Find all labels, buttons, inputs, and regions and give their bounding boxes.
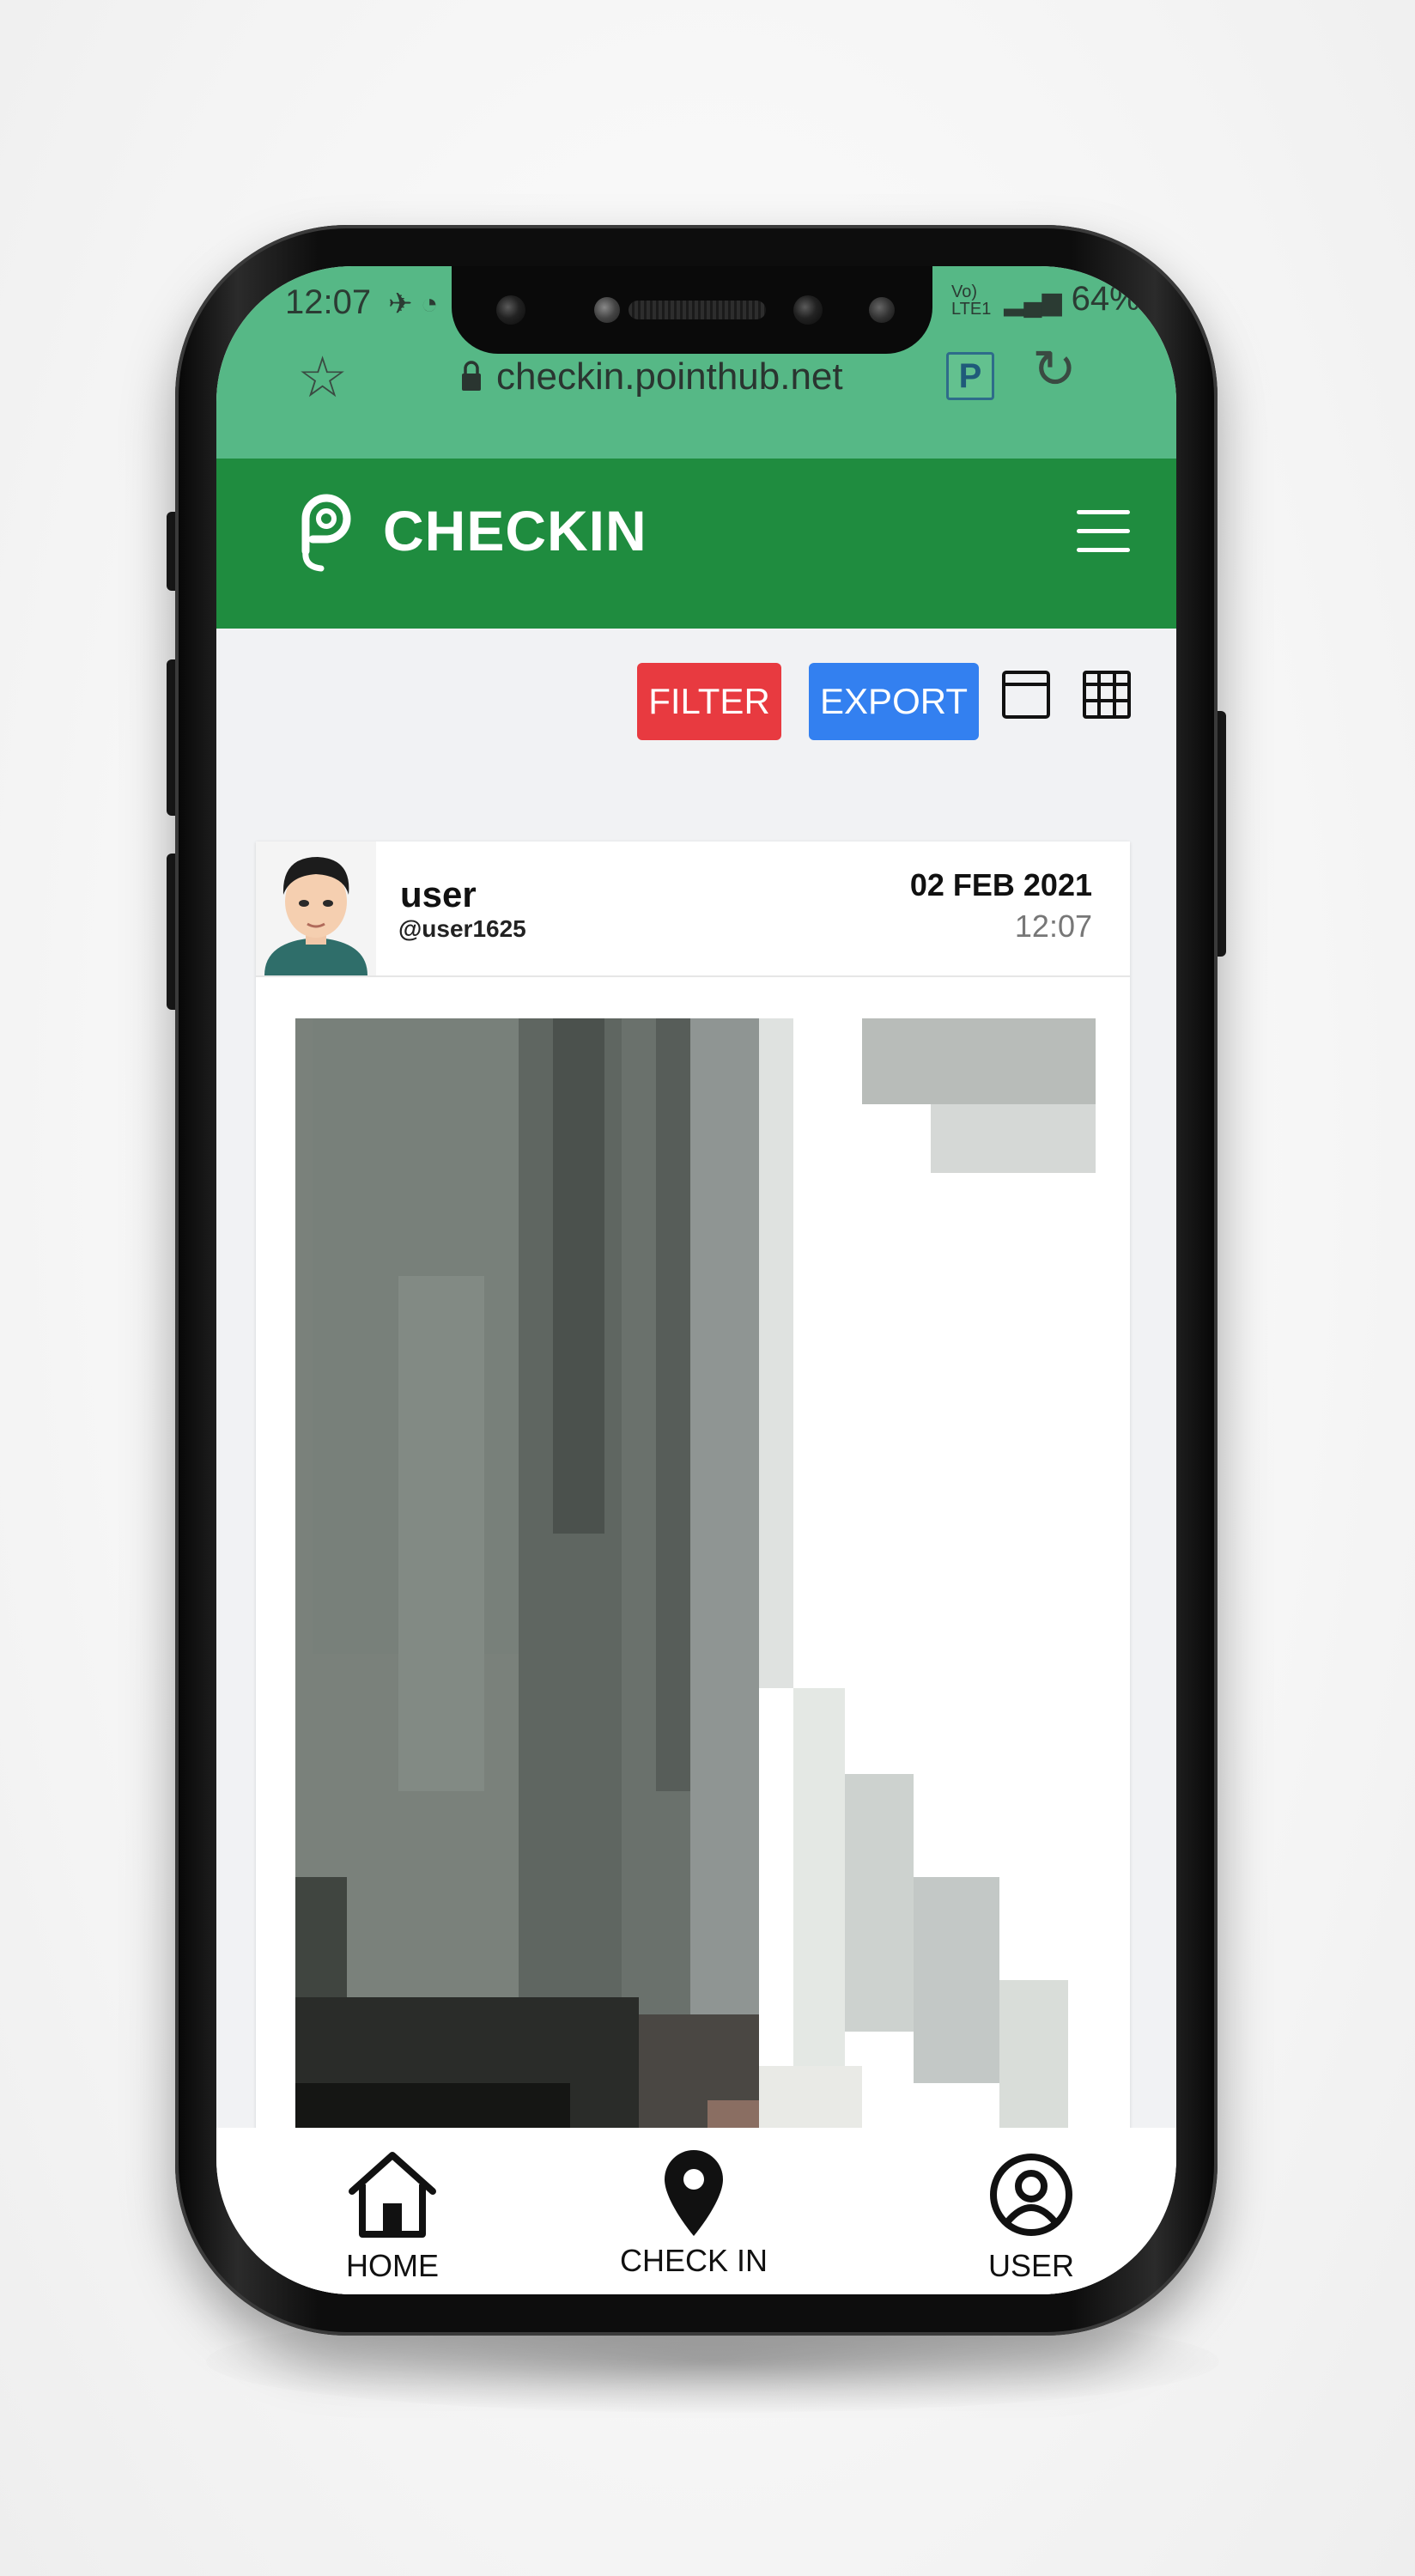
nav-user-label: USER xyxy=(987,2248,1075,2283)
checkin-logo-icon[interactable] xyxy=(287,484,355,579)
brand-title[interactable]: CHECKIN xyxy=(383,498,647,563)
url-text: checkin.pointhub.net xyxy=(496,355,843,398)
status-time: 12:07 xyxy=(285,283,372,321)
checkin-photo[interactable] xyxy=(295,1018,1096,2186)
signal-icon: ▂▄▆ xyxy=(1004,288,1062,316)
nav-home-label: HOME xyxy=(346,2248,439,2283)
battery-icon: ▮ xyxy=(1149,285,1165,316)
export-button[interactable]: EXPORT xyxy=(809,663,979,740)
filter-button[interactable]: FILTER xyxy=(637,663,781,740)
phone-frame: 12:07 ✈ ◔ Vo) LTE1 ▂▄▆ 64% ▮ ☆ checkin.p… xyxy=(175,225,1218,2336)
camera-notch xyxy=(452,266,932,354)
front-camera xyxy=(496,295,525,325)
checkin-date: 02 FEB 2021 xyxy=(909,867,1092,902)
proximity-sensor xyxy=(869,297,895,323)
home-icon xyxy=(349,2152,436,2238)
checkin-card[interactable]: user @user1625 02 FEB 2021 12:07 xyxy=(256,841,1130,2294)
hamburger-icon[interactable] xyxy=(1077,508,1130,555)
nav-check-in[interactable]: CHECK IN xyxy=(608,2128,780,2294)
nav-check-in-label: CHECK IN xyxy=(619,2243,768,2278)
bottom-nav: HOME CHECK IN USER xyxy=(216,2128,1176,2294)
list-view-icon[interactable] xyxy=(1001,670,1051,720)
location-pin-icon xyxy=(665,2150,723,2236)
avatar-illustration xyxy=(256,841,376,975)
username: user xyxy=(400,874,477,914)
user-handle: @user1625 xyxy=(398,915,526,942)
avatar xyxy=(256,841,376,975)
checkin-time: 12:07 xyxy=(1014,908,1092,944)
nav-home[interactable]: HOME xyxy=(311,2128,474,2294)
lock-icon xyxy=(462,361,481,391)
earpiece-speaker xyxy=(629,301,766,319)
browser-bar: 12:07 ✈ ◔ Vo) LTE1 ▂▄▆ 64% ▮ ☆ checkin.p… xyxy=(216,266,1176,459)
status-right: Vo) LTE1 ▂▄▆ 64% ▮ xyxy=(951,280,1164,319)
card-header: user @user1625 02 FEB 2021 12:07 xyxy=(256,841,1130,977)
reload-icon[interactable]: ↻ xyxy=(1032,343,1077,397)
front-camera-2 xyxy=(793,295,823,325)
notification-icons: ✈ ◔ xyxy=(388,288,439,320)
star-icon[interactable]: ☆ xyxy=(297,349,348,405)
nav-user[interactable]: USER xyxy=(958,2128,1104,2294)
url-field[interactable]: checkin.pointhub.net xyxy=(496,355,843,398)
app-header xyxy=(216,459,1176,629)
grid-view-icon[interactable] xyxy=(1082,670,1132,720)
user-circle-icon xyxy=(990,2154,1072,2236)
network-label: Vo) LTE1 xyxy=(951,283,992,319)
pixelated-photo xyxy=(295,1018,1096,2186)
extension-icon[interactable]: P xyxy=(946,352,994,400)
phone-screen: 12:07 ✈ ◔ Vo) LTE1 ▂▄▆ 64% ▮ ☆ checkin.p… xyxy=(216,266,1176,2294)
sensor xyxy=(594,297,620,323)
battery-level: 64% xyxy=(1071,280,1140,318)
